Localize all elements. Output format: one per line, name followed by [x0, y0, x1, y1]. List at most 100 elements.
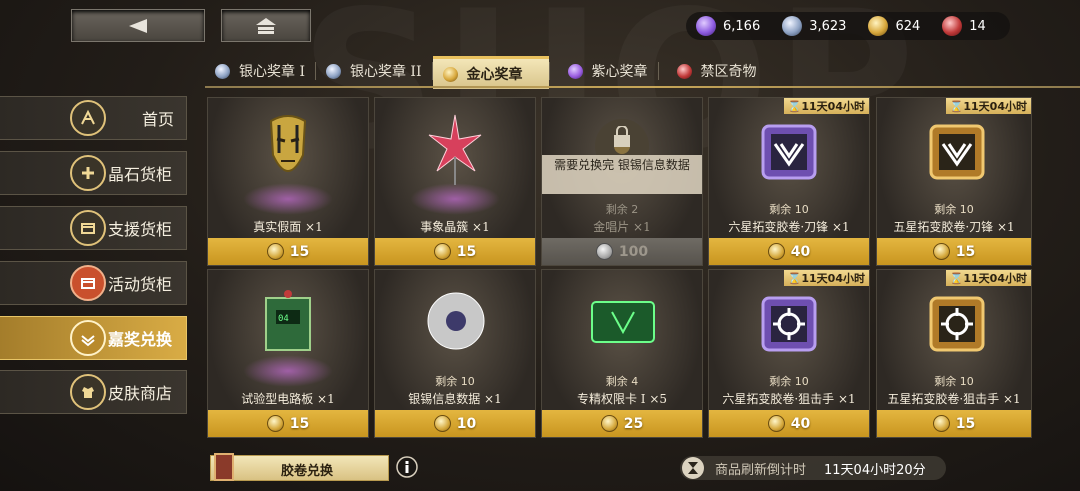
price-bar[interactable]: 15: [208, 238, 368, 265]
tab-restricted[interactable]: 禁区奇物: [667, 56, 767, 86]
shop-item-card[interactable]: 剩余 10 银锡信息数据 ×1 10: [374, 269, 536, 438]
item-price: 15: [289, 243, 310, 260]
shop-item-card[interactable]: 剩余 4 专精权限卡 I ×5 25: [541, 269, 703, 438]
shop-item-card[interactable]: 事象晶簇 ×1 15: [374, 97, 536, 266]
currency-value: 624: [895, 18, 921, 34]
refresh-value: 11天04小时20分: [824, 462, 926, 478]
timer-text: 11天04小时: [963, 272, 1027, 285]
item-name: 试验型电路板 ×1: [241, 392, 335, 406]
refresh-countdown: 商品刷新倒计时 11天04小时20分: [680, 456, 946, 480]
gold-badge-icon: [767, 415, 785, 432]
gold-badge-icon: [442, 66, 458, 82]
lock-text: 需要兑换完 银锡信息数据: [554, 158, 690, 172]
tab-label: 银心奖章 II: [349, 64, 422, 80]
currency-red: 14: [942, 16, 986, 36]
tab-silver-1[interactable]: 银心奖章 I: [205, 56, 315, 86]
gold-badge-icon: [266, 243, 284, 260]
item-remaining: 剩余 10: [769, 375, 809, 388]
price-bar[interactable]: 15: [877, 410, 1031, 437]
price-bar[interactable]: 15: [208, 410, 368, 437]
svg-text:04: 04: [278, 314, 289, 324]
tab-bar: 银心奖章 I 银心奖章 II 金心奖章 紫心奖章 禁区奇物: [205, 56, 767, 89]
film-exchange-button[interactable]: 胶卷兑换: [210, 453, 389, 481]
back-arrow-icon: [129, 18, 147, 33]
shop-item-card[interactable]: 04 试验型电路板 ×1 15: [207, 269, 369, 438]
home-icon: [70, 100, 106, 136]
price-bar[interactable]: 10: [375, 410, 535, 437]
tab-silver-2[interactable]: 银心奖章 II: [316, 56, 432, 86]
item-price: 10: [456, 415, 477, 432]
price-bar[interactable]: 15: [375, 238, 535, 265]
tab-label: 紫心奖章: [591, 64, 648, 80]
info-icon[interactable]: [396, 456, 418, 478]
price-bar[interactable]: 40: [709, 410, 869, 437]
red-token-icon: [942, 16, 963, 36]
home-button[interactable]: [221, 9, 311, 42]
item-name: 真实假面 ×1: [253, 220, 323, 234]
sidebar-item-home[interactable]: 首页: [0, 96, 187, 140]
item-name: 六星拓变胶卷·刀锋 ×1: [728, 220, 850, 234]
tab-gold[interactable]: 金心奖章: [432, 56, 549, 89]
film-roll-icon: [214, 453, 234, 481]
hourglass-icon: [682, 457, 704, 479]
shop-item-card[interactable]: ⌛ 11天04小时 剩余 10 六星拓变胶卷·狙击手 ×1 40: [708, 269, 870, 438]
access-card-icon: [591, 301, 655, 343]
gold-badge-icon: [932, 243, 950, 260]
purple-crystal-icon: [696, 16, 716, 36]
limited-timer: ⌛ 11天04小时: [783, 270, 869, 286]
tab-label: 银心奖章 I: [239, 64, 305, 80]
currency-gold: 624: [868, 16, 920, 36]
shop-item-card-locked[interactable]: 需要兑换完 银锡信息数据 剩余 2 金唱片 ×1 100: [541, 97, 703, 266]
refresh-label: 商品刷新倒计时: [715, 462, 807, 478]
price-bar[interactable]: 25: [542, 410, 702, 437]
gold-badge-icon: [868, 16, 889, 36]
film-reel-blade-icon: [761, 124, 817, 180]
sidebar-item-label: 首页: [142, 110, 175, 129]
tab-purple[interactable]: 紫心奖章: [558, 56, 658, 86]
sidebar-item-event[interactable]: 活动货柜: [0, 261, 187, 305]
sidebar-item-label: 活动货柜: [108, 275, 173, 294]
film-reel-blade-icon: [929, 124, 985, 180]
timer-text: 11天04小时: [801, 272, 865, 285]
gold-badge-icon: [932, 415, 950, 432]
skin-shop-icon: [70, 374, 106, 410]
item-remaining: 剩余 10: [934, 203, 974, 216]
item-price: 15: [955, 243, 976, 260]
tab-label: 金心奖章: [466, 67, 523, 83]
timer-text: 11天04小时: [963, 100, 1027, 113]
sidebar-item-reward-exchange[interactable]: 嘉奖兑换: [0, 316, 187, 360]
limited-timer: ⌛ 11天04小时: [783, 98, 869, 114]
item-remaining: 剩余 10: [769, 203, 809, 216]
tab-label: 禁区奇物: [700, 64, 757, 80]
silver-disc-icon: [427, 292, 485, 350]
sidebar-item-label: 支援货柜: [108, 220, 173, 239]
item-price: 100: [618, 243, 649, 260]
gold-badge-icon: [600, 415, 618, 432]
item-remaining: 剩余 10: [435, 375, 475, 388]
item-name: 五星拓变胶卷·刀锋 ×1: [893, 220, 1015, 234]
lock-requirement: 需要兑换完 银锡信息数据: [542, 155, 702, 194]
shop-item-card[interactable]: ⌛ 11天04小时 剩余 10 六星拓变胶卷·刀锋 ×1 40: [708, 97, 870, 266]
currency-bar: 6,166 3,623 624 14: [686, 12, 1010, 40]
shop-item-card[interactable]: 真实假面 ×1 15: [207, 97, 369, 266]
item-price: 40: [790, 415, 811, 432]
circuit-board-icon: 04: [265, 290, 311, 351]
currency-silver: 3,623: [782, 16, 846, 36]
limited-timer: ⌛ 11天04小时: [945, 98, 1031, 114]
shop-item-card[interactable]: ⌛ 11天04小时 剩余 10 五星拓变胶卷·刀锋 ×1 15: [876, 97, 1032, 266]
item-name: 银锡信息数据 ×1: [408, 392, 502, 406]
price-bar[interactable]: 15: [877, 238, 1031, 265]
item-price: 15: [289, 415, 310, 432]
home-icon: [256, 17, 276, 34]
item-platform: [243, 183, 333, 215]
price-bar[interactable]: 40: [709, 238, 869, 265]
price-bar[interactable]: 100: [542, 238, 702, 265]
shop-item-card[interactable]: ⌛ 11天04小时 剩余 10 五星拓变胶卷·狙击手 ×1 15: [876, 269, 1032, 438]
film-reel-sniper-icon: [761, 296, 817, 352]
item-price: 40: [790, 243, 811, 260]
sidebar-item-skin-shop[interactable]: 皮肤商店: [0, 370, 187, 414]
sidebar-item-crystal[interactable]: 晶石货柜: [0, 151, 187, 195]
back-button[interactable]: [71, 9, 205, 42]
sidebar-item-supply[interactable]: 支援货柜: [0, 206, 187, 250]
item-price: 25: [623, 415, 644, 432]
